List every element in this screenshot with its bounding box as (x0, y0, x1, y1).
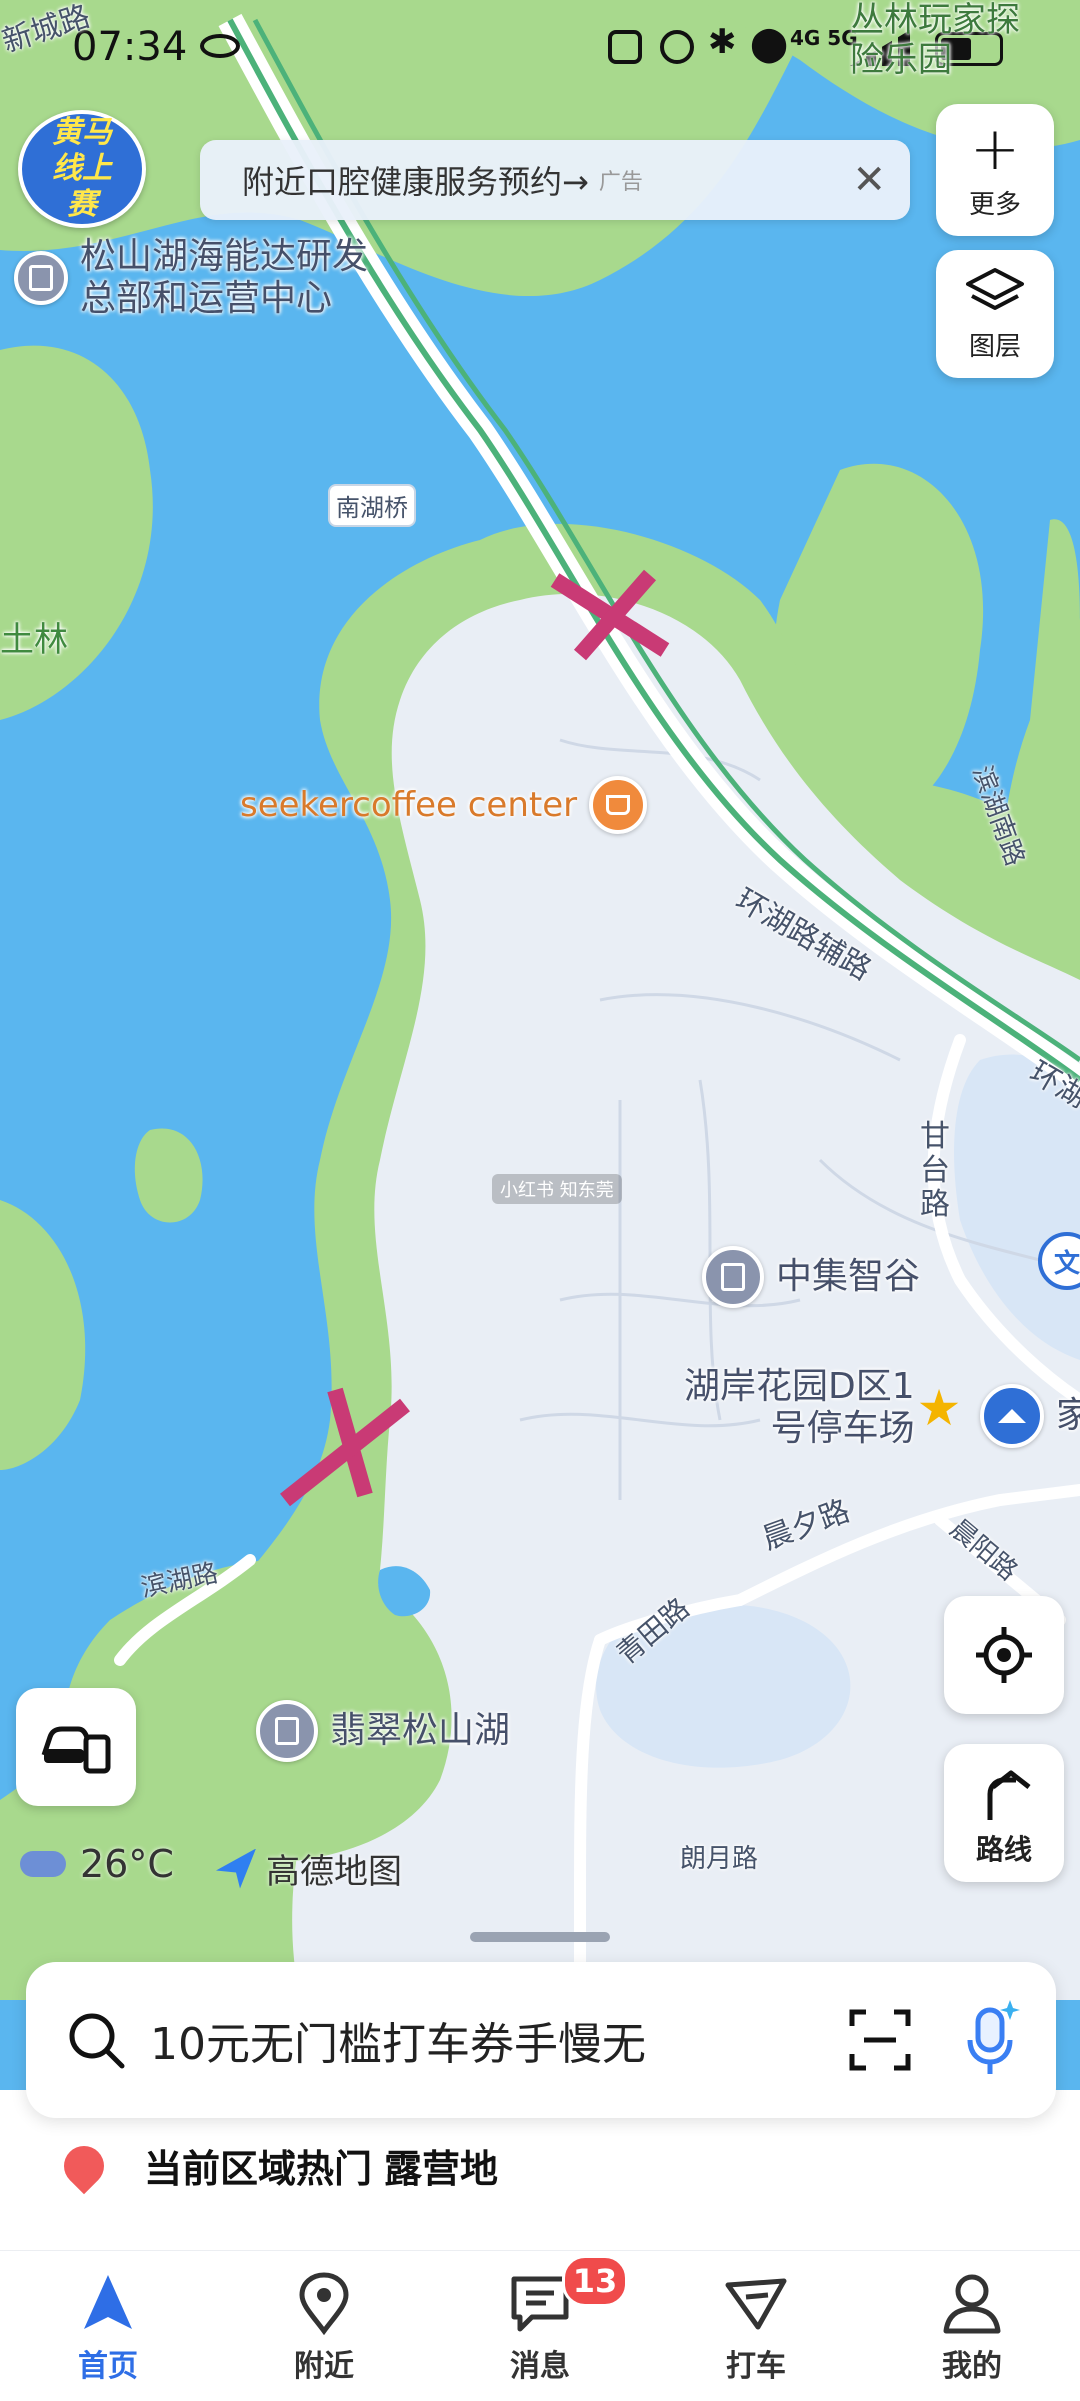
location-pin-red-icon (55, 2137, 113, 2194)
attribution-text: 高德地图 (266, 1852, 402, 1892)
area-label-tulin: 土林 (0, 620, 68, 660)
road-label-gantai: 甘台路 (920, 1119, 950, 1222)
building-icon (256, 1700, 318, 1762)
poi-feicui[interactable]: 翡翠松山湖 (256, 1700, 510, 1762)
cloud-icon (20, 1851, 66, 1877)
poi-label: 家 (1056, 1395, 1080, 1436)
nfc-icon (608, 30, 642, 64)
poi-home[interactable]: 家 (980, 1384, 1080, 1448)
map-attribution: 高德地图 (216, 1844, 402, 1893)
poi-zhongji[interactable]: 中集智谷 (702, 1246, 920, 1308)
amap-logo-icon (216, 1848, 256, 1889)
layers-icon (966, 267, 1024, 310)
ad-tag: 广告 (598, 170, 643, 195)
voice-mic-icon[interactable] (960, 2000, 1020, 2080)
tab-home[interactable]: 首页 (0, 2251, 216, 2401)
network-type: 4G 5G (790, 26, 858, 50)
home-icon (84, 2275, 132, 2329)
tab-messages[interactable]: 消息 13 (432, 2251, 648, 2401)
alarm-icon (660, 30, 694, 64)
hot-area-keyword: 露营地 (384, 2147, 499, 2191)
weather-widget[interactable]: 26°C (20, 1842, 174, 1886)
route-button[interactable]: 路线 (944, 1744, 1064, 1882)
building-icon (702, 1246, 764, 1308)
poi-songshan-hainengda[interactable]: 松山湖海能达研发 总部和运营中心 (14, 236, 368, 320)
map-watermark: 小红书 知东莞 (492, 1174, 622, 1204)
locate-button[interactable] (944, 1596, 1064, 1714)
road-label-nanhu-bridge: 南湖桥 (328, 484, 416, 527)
tab-label: 消息 (510, 2349, 570, 2384)
search-input[interactable]: 10元无门槛打车券手慢无 (150, 2008, 848, 2072)
more-label: 更多 (968, 189, 1021, 220)
bluetooth-icon: ✱ (708, 22, 737, 62)
layers-button[interactable]: 图层 (936, 250, 1054, 378)
unread-badge: 13 (562, 2255, 628, 2307)
hot-area-row[interactable]: 当前区域热门 露营地 (55, 2137, 499, 2194)
star-icon: ★ (916, 1379, 962, 1437)
route-arrow-icon (987, 1770, 1031, 1820)
poi-label-jungle-park: 丛林玩家探险乐园 (850, 0, 1020, 80)
temperature: 26°C (80, 1842, 174, 1886)
sheet-drag-handle[interactable] (470, 1932, 610, 1942)
hot-area-prefix: 当前区域热门 (144, 2147, 373, 2191)
plus-icon: + (969, 113, 1021, 184)
building-icon (14, 251, 68, 305)
road-label-langyue: 朗月路 (680, 1844, 759, 1874)
search-icon (69, 2013, 125, 2069)
location-pin-icon (299, 2272, 349, 2335)
poi-label: 松山湖海能达研发 总部和运营中心 (80, 236, 369, 319)
tab-taxi[interactable]: 打车 (648, 2251, 864, 2401)
tab-nearby[interactable]: 附近 (216, 2251, 432, 2401)
poi-label: 湖岸花园D区1 号停车场 (684, 1366, 915, 1449)
tab-label: 打车 (726, 2349, 786, 2384)
bottom-tab-bar: 首页 附近 消息 13 打车 我的 (0, 2250, 1080, 2401)
car-mode-button[interactable] (16, 1688, 136, 1806)
car-phone-icon (41, 1726, 111, 1774)
ad-banner-text: 附近口腔健康服务预约→ (242, 163, 589, 201)
search-bar[interactable]: 10元无门槛打车券手慢无 (26, 1962, 1056, 2118)
poi-label: 翡翠松山湖 (330, 1710, 511, 1751)
event-badge[interactable]: 黄马线上赛 (18, 110, 146, 228)
tab-label: 我的 (942, 2349, 1002, 2384)
poi-parking[interactable]: 湖岸花园D区1 号停车场 ★ (684, 1366, 961, 1450)
scan-icon[interactable] (848, 2008, 912, 2072)
tab-label: 附近 (294, 2349, 354, 2384)
close-icon[interactable]: ✕ (852, 160, 886, 200)
layers-label: 图层 (968, 331, 1021, 362)
route-label: 路线 (975, 1833, 1032, 1866)
locate-icon (976, 1627, 1032, 1683)
more-button[interactable]: + 更多 (936, 104, 1054, 236)
poi-label: 中集智谷 (776, 1256, 921, 1297)
tab-profile[interactable]: 我的 (864, 2251, 1080, 2401)
poi-seekercoffee[interactable]: seekercoffee center (240, 776, 648, 834)
event-badge-text: 黄马线上赛 (52, 115, 112, 222)
tab-label: 首页 (78, 2349, 138, 2384)
poi-culture-label: 文 (1053, 1248, 1080, 1279)
ad-banner[interactable]: 附近口腔健康服务预约→ 广告 ✕ (200, 140, 910, 220)
poi-label: seekercoffee center (240, 785, 578, 825)
home-pin-icon (980, 1384, 1044, 1448)
taxi-icon (725, 2278, 787, 2330)
profile-icon (943, 2274, 1001, 2334)
coffee-icon (589, 776, 648, 834)
location-status-icon: ⬤ (750, 24, 789, 64)
eye-icon (200, 34, 240, 58)
